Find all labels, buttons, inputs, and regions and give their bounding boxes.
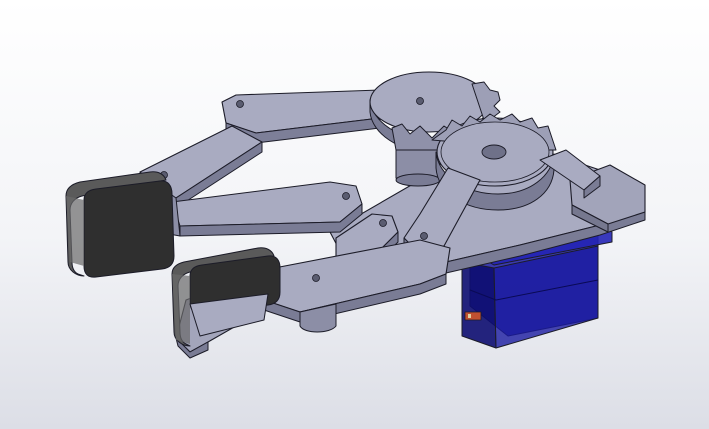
- upper-finger-pad: [83, 180, 175, 278]
- crank-arm-hole: [420, 232, 428, 240]
- lower-arm[interactable]: [263, 239, 451, 333]
- middle-link-hole: [342, 192, 350, 200]
- lower-arm-hole: [312, 274, 320, 282]
- servo-body-front: [461, 261, 497, 349]
- servo-connector: [464, 311, 482, 321]
- lower-finger[interactable]: [171, 247, 281, 359]
- upper-finger[interactable]: [65, 171, 181, 278]
- servo-connector-pin: [468, 314, 471, 318]
- upper-link-pivot-hole: [236, 100, 244, 108]
- top-gear-boss-bottom: [395, 173, 441, 187]
- gripper-model[interactable]: [0, 0, 709, 429]
- drive-gear-hub-hole: [481, 144, 507, 160]
- top-gear-hole: [416, 97, 424, 105]
- lower-short-link-hole: [379, 219, 387, 227]
- cad-viewport[interactable]: [0, 0, 709, 429]
